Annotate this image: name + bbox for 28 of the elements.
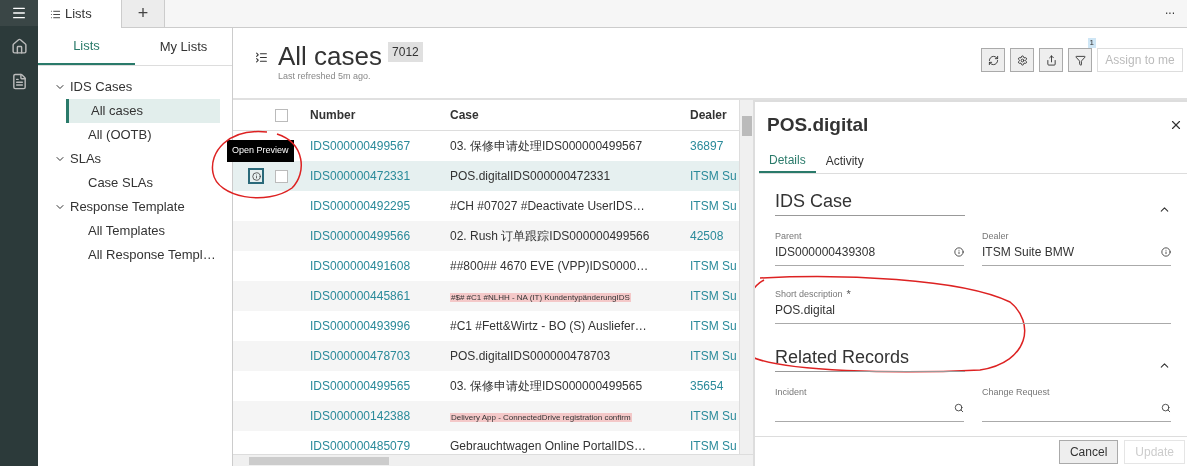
- refresh-status: Last refreshed 5m ago.: [278, 70, 372, 83]
- table-cell: POS.digitalIDS000000472331: [450, 169, 611, 183]
- table-cell: Delivery App - ConnectedDrive registration confirm: [450, 413, 632, 422]
- count-badge: 7012: [388, 42, 423, 62]
- tooltip: Open Preview: [227, 140, 294, 162]
- list-title: All cases: [278, 42, 383, 70]
- table-cell: #CH #07027 #Deactivate UserIDS…: [450, 199, 645, 213]
- field-value: POS.digital: [775, 302, 836, 319]
- field-label: Dealer: [982, 229, 1009, 243]
- table-cell: ##800## 4670 EVE (VPP)IDS0000…: [450, 259, 649, 273]
- field-label: Short description: [775, 287, 843, 301]
- required-mark: *: [846, 287, 851, 303]
- table-cell: #C1 #Fett&Wirtz - BO (S) Ausliefer…: [450, 319, 647, 333]
- preview-title: POS.digital: [767, 112, 869, 137]
- section-title: IDS Case: [775, 188, 965, 216]
- field-value: IDS000000439308: [775, 244, 876, 261]
- table-cell: 02. Rush 订单跟踪IDS000000499566: [450, 229, 650, 243]
- field-label: Incident: [775, 385, 807, 399]
- table-cell: POS.digitalIDS000000478703: [450, 349, 611, 363]
- field-value: ITSM Suite BMW: [982, 244, 1074, 261]
- table-cell: 03. 保修申请处理IDS000000499565: [450, 379, 643, 393]
- table-cell: 03. 保修申请处理IDS000000499567: [450, 139, 643, 153]
- table-cell: #$# #C1 #NLHH - NA (IT) KundentypänderungIDS: [450, 293, 631, 302]
- table-cell: Gebrauchtwagen Online PortalIDS…: [450, 439, 647, 453]
- section-title: Related Records: [775, 344, 965, 372]
- field-label: Parent: [775, 229, 802, 243]
- field-label: Change Request: [982, 385, 1050, 399]
- filter-badge: 1: [1087, 38, 1096, 48]
